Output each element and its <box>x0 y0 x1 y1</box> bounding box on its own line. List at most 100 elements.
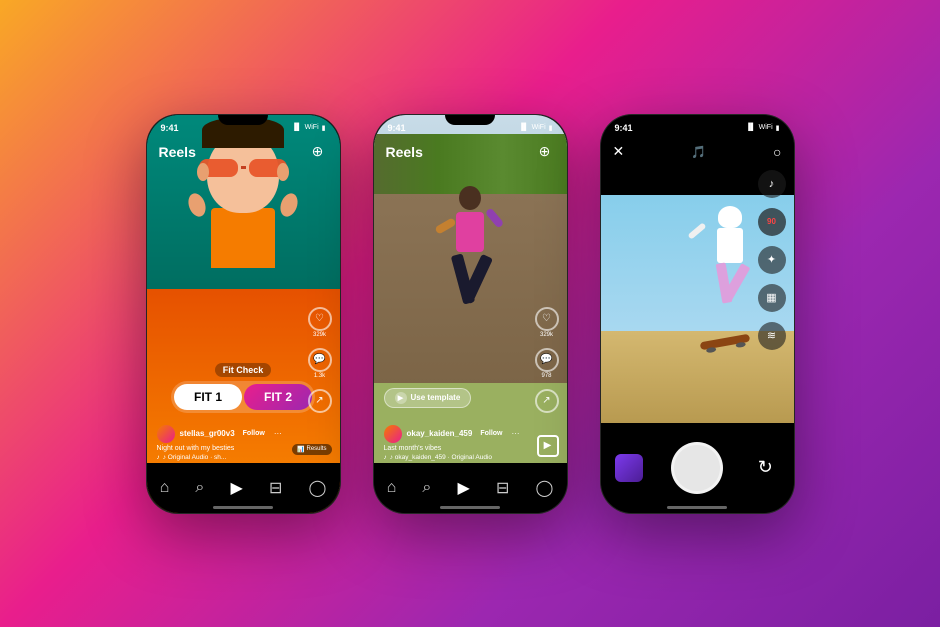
username-1: stellas_gr00v3 <box>180 429 235 438</box>
arm-left <box>434 217 456 234</box>
nav-home-1[interactable]: ⌂ <box>160 479 170 497</box>
dots-menu-1[interactable]: ··· <box>274 429 282 438</box>
status-icons-2: ▐▌ WiFi ▮ <box>519 124 553 132</box>
use-template-btn[interactable]: ▶ Use template <box>384 388 472 408</box>
wifi-icon-2: WiFi <box>532 124 546 131</box>
skater-body <box>717 228 743 263</box>
username-2: okay_kaiden_459 <box>407 429 473 438</box>
arm-right <box>485 208 505 229</box>
home-indicator-2 <box>440 506 500 509</box>
nav-shop-1[interactable]: ⊟ <box>269 478 282 498</box>
skater-legs <box>695 263 765 303</box>
time-2: 9:41 <box>388 123 406 133</box>
comment-icon-2[interactable]: 💬 <box>535 348 559 372</box>
nav-reels-2[interactable]: ▶ <box>457 478 469 498</box>
bottom-info-2: okay_kaiden_459 Follow ··· Last month's … <box>374 425 531 461</box>
timer-90-btn[interactable]: 90 <box>758 208 786 236</box>
nav-search-1[interactable]: ⌕ <box>195 479 204 497</box>
heart-icon-1[interactable]: ♡ <box>308 307 332 331</box>
fit-check-label: Fit Check <box>215 363 272 377</box>
effects-btn[interactable]: ✦ <box>758 246 786 274</box>
share-item-1: ↗ <box>308 389 332 413</box>
dancer-upper <box>435 212 505 252</box>
nav-home-2[interactable]: ⌂ <box>387 479 397 497</box>
use-template-label: Use template <box>411 393 461 402</box>
reels-title-1: Reels <box>159 144 196 160</box>
battery-icon-1: ▮ <box>322 124 326 132</box>
share-icon-1[interactable]: ↗ <box>308 389 332 413</box>
audio-text-1: ♪ Original Audio · sh... <box>163 454 227 461</box>
notch-1 <box>218 115 268 125</box>
status-icons-3: ▐▌ WiFi ▮ <box>746 124 780 132</box>
notch-3 <box>672 115 722 125</box>
nav-profile-1[interactable]: ◯ <box>308 478 326 498</box>
jacket <box>211 208 275 268</box>
nav-shop-2[interactable]: ⊟ <box>496 478 509 498</box>
signal-icon-1: ▐▌ <box>292 124 302 131</box>
nav-search-2[interactable]: ⌕ <box>422 479 431 497</box>
comment-item-1: 💬 1.3k <box>308 348 332 379</box>
camera-bottom: ↻ <box>601 423 794 513</box>
dots-menu-2[interactable]: ··· <box>512 429 520 438</box>
top-bar-2: Reels ⊕ <box>374 137 567 167</box>
avatar-1 <box>157 425 175 443</box>
wifi-icon-1: WiFi <box>305 124 319 131</box>
comment-item-2: 💬 978 <box>535 348 559 379</box>
share-icon-2[interactable]: ↗ <box>535 389 559 413</box>
close-icon[interactable]: ✕ <box>613 143 625 160</box>
settings-circle-icon[interactable]: ○ <box>773 144 781 160</box>
like-item-2: ♡ 329k <box>535 307 559 338</box>
phone-2: 9:41 ▐▌ WiFi ▮ Reels ⊕ ♡ 329k 💬 978 ↗ <box>373 114 568 514</box>
like-item-1: ♡ 329k <box>308 307 332 338</box>
follow-btn-2[interactable]: Follow <box>480 430 502 437</box>
user-row-1: stellas_gr00v3 Follow ··· <box>157 425 294 443</box>
fit-buttons: FIT 1 FIT 2 <box>171 381 315 413</box>
audio-mute-icon[interactable]: 🎵 <box>691 145 706 159</box>
side-icons-1: ♡ 329k 💬 1.3k ↗ <box>308 307 332 413</box>
time-1: 9:41 <box>161 123 179 133</box>
caption-1: Night out with my besties <box>157 445 294 452</box>
camera-icon-1[interactable]: ⊕ <box>308 142 328 162</box>
home-indicator-3 <box>667 506 727 509</box>
gallery-thumb[interactable] <box>615 454 643 482</box>
user-row-2: okay_kaiden_459 Follow ··· <box>384 425 521 443</box>
camera-controls: ♪ 90 ✦ ▦ ≋ <box>758 170 786 350</box>
caption-2: Last month's vibes <box>384 445 521 452</box>
home-indicator-1 <box>213 506 273 509</box>
audio-row-2: ♪ ♪ okay_kaiden_459 · Original Audio <box>384 454 521 461</box>
notch-2 <box>445 115 495 125</box>
layout-btn[interactable]: ▦ <box>758 284 786 312</box>
template-icon: ▶ <box>395 392 407 404</box>
dancer-head <box>459 186 481 210</box>
comment-icon-1[interactable]: 💬 <box>308 348 332 372</box>
nav-profile-2[interactable]: ◯ <box>535 478 553 498</box>
top-bar-1: Reels ⊕ <box>147 137 340 167</box>
phone-3: ✕ 🎵 ○ 9:41 ▐▌ WiFi ▮ ♪ 90 ✦ ▦ ≋ ↻ <box>600 114 795 514</box>
battery-icon-3: ▮ <box>776 124 780 132</box>
avatar-2 <box>384 425 402 443</box>
fit-btn-2[interactable]: FIT 2 <box>244 384 312 410</box>
music-icon-1: ♪ <box>157 454 160 461</box>
bottom-info-1: stellas_gr00v3 Follow ··· Night out with… <box>147 425 304 461</box>
nav-reels-1[interactable]: ▶ <box>230 478 242 498</box>
flip-camera-btn[interactable]: ↻ <box>751 454 779 482</box>
dancer-legs <box>435 254 505 304</box>
battery-icon-2: ▮ <box>549 124 553 132</box>
side-icons-2: ♡ 329k 💬 978 ↗ <box>535 307 559 413</box>
comment-count-2: 978 <box>541 373 551 379</box>
results-label: Results <box>306 446 326 452</box>
shutter-btn[interactable] <box>671 442 723 494</box>
signal-icon-2: ▐▌ <box>519 124 529 131</box>
music-icon-2: ♪ <box>384 454 387 461</box>
audio-text-2: ♪ okay_kaiden_459 · Original Audio <box>390 454 492 461</box>
wifi-icon-3: WiFi <box>759 124 773 131</box>
skater-head <box>718 206 742 228</box>
speed-btn[interactable]: ≋ <box>758 322 786 350</box>
heart-icon-2[interactable]: ♡ <box>535 307 559 331</box>
dancer <box>435 186 505 366</box>
music-btn[interactable]: ♪ <box>758 170 786 198</box>
fit-btn-1[interactable]: FIT 1 <box>174 384 242 410</box>
like-count-2: 329k <box>540 332 553 338</box>
follow-btn-1[interactable]: Follow <box>243 430 265 437</box>
camera-icon-2[interactable]: ⊕ <box>535 142 555 162</box>
